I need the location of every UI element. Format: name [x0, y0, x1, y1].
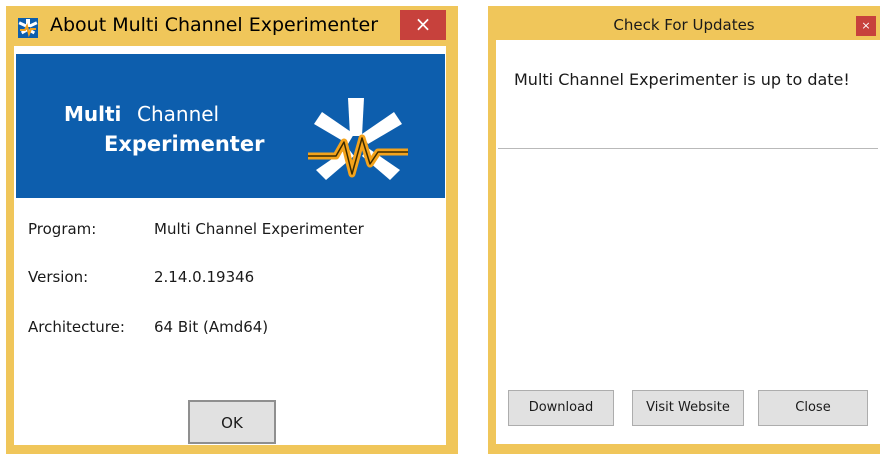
about-content: Multi Channel Experimenter Program: Mult… — [14, 46, 446, 445]
about-dialog-title: About Multi Channel Experimenter — [50, 14, 379, 36]
app-logo-icon — [18, 18, 38, 38]
version-value: 2.14.0.19346 — [154, 268, 255, 286]
product-logo-icon — [308, 98, 408, 180]
about-dialog: About Multi Channel Experimenter × Multi… — [6, 6, 458, 454]
product-banner: Multi Channel Experimenter — [16, 54, 445, 198]
check-updates-dialog: Check For Updates × Multi Channel Experi… — [488, 6, 880, 454]
architecture-label: Architecture: — [28, 318, 125, 336]
banner-word-multi: Multi — [64, 102, 122, 126]
about-titlebar[interactable]: About Multi Channel Experimenter × — [6, 6, 458, 46]
updates-close-button[interactable]: × — [856, 16, 876, 36]
architecture-value: 64 Bit (Amd64) — [154, 318, 269, 336]
close-button[interactable]: Close — [758, 390, 868, 426]
close-icon: × — [861, 19, 871, 32]
about-close-button[interactable]: × — [400, 10, 446, 40]
visit-website-button[interactable]: Visit Website — [632, 390, 744, 426]
version-label: Version: — [28, 268, 89, 286]
banner-word-experimenter: Experimenter — [104, 132, 265, 156]
divider — [498, 148, 878, 149]
update-status-message: Multi Channel Experimenter is up to date… — [514, 70, 850, 89]
updates-dialog-title: Check For Updates — [613, 16, 755, 34]
download-button[interactable]: Download — [508, 390, 614, 426]
close-icon: × — [414, 12, 432, 36]
ok-button[interactable]: OK — [188, 400, 276, 444]
updates-content: Multi Channel Experimenter is up to date… — [496, 40, 880, 444]
program-label: Program: — [28, 220, 97, 238]
banner-word-channel: Channel — [137, 102, 220, 126]
program-value: Multi Channel Experimenter — [154, 220, 364, 238]
